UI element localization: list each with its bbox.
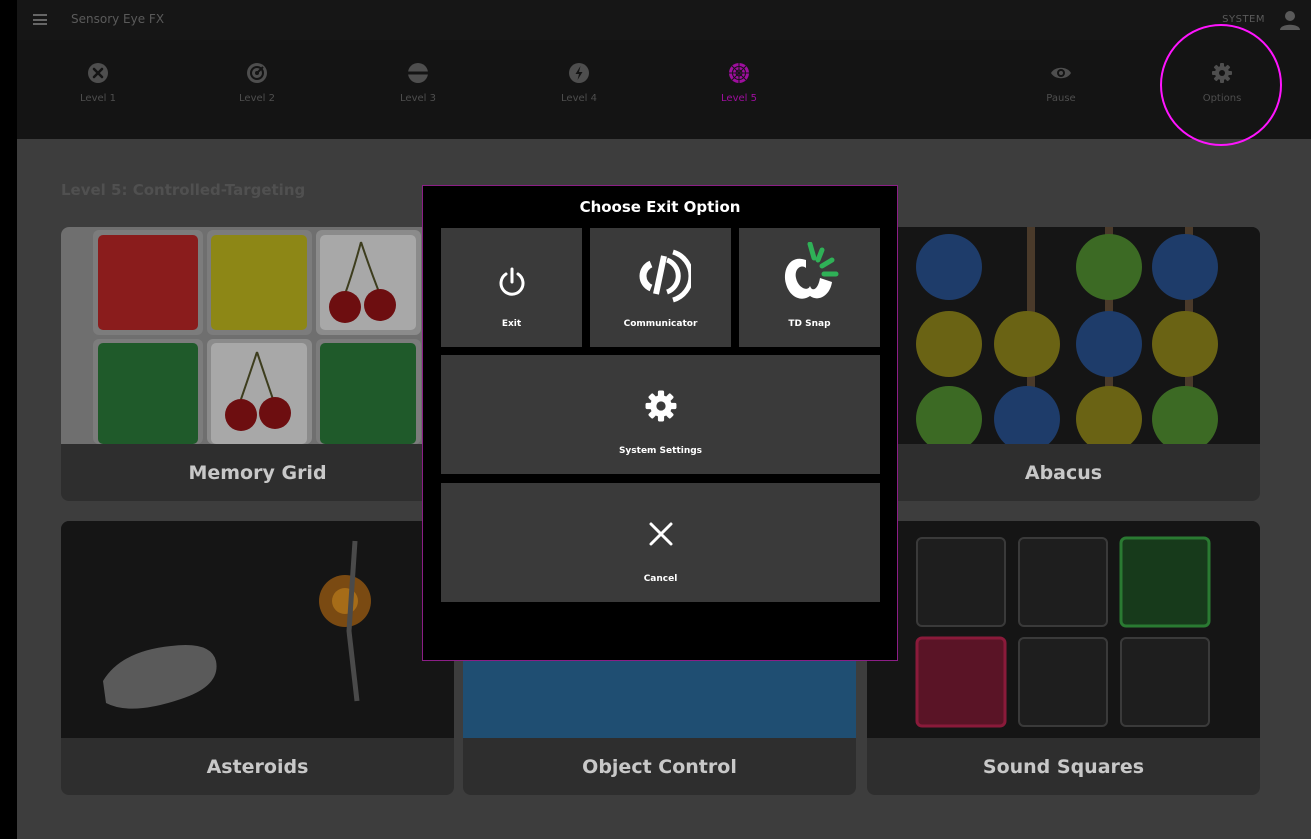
card-title: Sound Squares — [982, 756, 1145, 778]
target-circle-icon — [247, 63, 267, 83]
card-asteroids[interactable]: Asteroids — [61, 521, 454, 795]
nav-options[interactable]: Options — [1182, 62, 1262, 104]
hamburger-menu-icon[interactable] — [33, 14, 47, 25]
card-title: Abacus — [1024, 462, 1103, 484]
td-snap-button-label: TD Snap — [788, 319, 831, 329]
nav-level-5[interactable]: Level 5 — [699, 62, 779, 104]
power-icon — [499, 267, 524, 296]
level-nav-bar: Level 1 Level 2 Level 3 Level 4 Level 5 … — [17, 40, 1311, 139]
exit-options-dialog: Choose Exit Option Exit Communicator TD … — [422, 185, 898, 661]
nav-pause[interactable]: Pause — [1021, 62, 1101, 104]
card-title: Object Control — [582, 756, 737, 778]
system-settings-button-label: System Settings — [618, 446, 703, 456]
communicator-button[interactable]: Communicator — [590, 228, 731, 347]
bolt-circle-icon — [569, 63, 589, 83]
nav-level-3[interactable]: Level 3 — [378, 62, 458, 104]
cancel-button[interactable]: Cancel — [441, 483, 880, 602]
communicator-button-label: Communicator — [623, 319, 698, 329]
title-bar: Sensory Eye FX SYSTEM — [17, 0, 1311, 40]
card-title: Asteroids — [206, 756, 309, 778]
card-memory-grid[interactable]: Memory Grid — [61, 227, 454, 501]
gear-icon — [645, 390, 676, 422]
sound-squares-artwork — [867, 521, 1260, 738]
split-circle-icon — [407, 63, 429, 83]
nav-level-4-label: Level 4 — [561, 93, 597, 104]
nav-level-5-label: Level 5 — [721, 93, 757, 104]
communicator-icon — [639, 249, 691, 303]
dialog-title: Choose Exit Option — [579, 198, 741, 216]
exit-button[interactable]: Exit — [441, 228, 582, 347]
user-icon[interactable] — [1279, 9, 1301, 31]
system-settings-button[interactable]: System Settings — [441, 355, 880, 474]
nav-level-4[interactable]: Level 4 — [539, 62, 619, 104]
memory-grid-artwork — [61, 227, 454, 444]
eye-icon — [1051, 67, 1071, 79]
card-sound-squares[interactable]: Sound Squares — [867, 521, 1260, 795]
web-circle-icon — [729, 63, 749, 83]
cancel-button-label: Cancel — [643, 574, 678, 584]
close-icon — [649, 522, 672, 546]
gear-icon — [1212, 63, 1232, 83]
exit-button-label: Exit — [501, 319, 522, 329]
section-title: Level 5: Controlled-Targeting — [61, 181, 306, 199]
nav-options-label: Options — [1202, 93, 1242, 104]
user-label[interactable]: SYSTEM — [1222, 14, 1265, 25]
nav-pause-label: Pause — [1046, 93, 1076, 104]
abacus-artwork — [867, 227, 1260, 444]
td-snap-button[interactable]: TD Snap — [739, 228, 880, 347]
nav-level-1[interactable]: Level 1 — [58, 62, 138, 104]
nav-level-2[interactable]: Level 2 — [217, 62, 297, 104]
card-abacus[interactable]: Abacus — [867, 227, 1260, 501]
app-title: Sensory Eye FX — [71, 12, 165, 26]
nav-level-2-label: Level 2 — [239, 93, 275, 104]
app-window: Sensory Eye FX SYSTEM Level 1 Level 2 Le… — [17, 0, 1311, 839]
close-circle-icon — [88, 63, 108, 83]
card-title: Memory Grid — [188, 462, 327, 484]
nav-level-3-label: Level 3 — [400, 93, 436, 104]
td-snap-icon — [784, 242, 838, 299]
asteroids-artwork — [61, 521, 454, 738]
nav-level-1-label: Level 1 — [80, 93, 116, 104]
